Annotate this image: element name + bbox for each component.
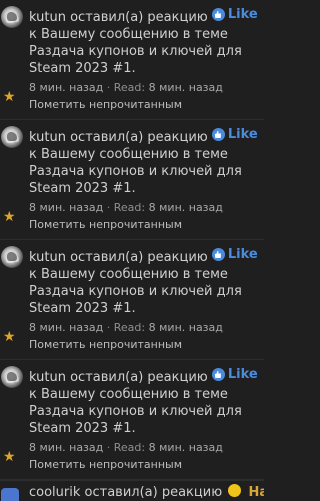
reaction-label: Like	[211, 246, 258, 263]
separator: ·	[106, 441, 111, 454]
like-icon	[211, 128, 225, 141]
read-time: 8 мин. назад	[148, 441, 223, 454]
like-icon	[211, 248, 225, 261]
reaction-label: Like	[211, 6, 258, 23]
read-time: 8 мин. назад	[148, 321, 223, 334]
notification-text: kutun оставил(а) реакцию Like к Вашему с…	[29, 6, 259, 77]
like-icon	[211, 8, 225, 21]
user-link[interactable]: kutun	[29, 10, 66, 25]
meta-line: 8 мин. назад · Read: 8 мин. назад	[29, 201, 223, 215]
user-link[interactable]: kutun	[29, 250, 66, 265]
reaction-label: Like	[211, 126, 258, 143]
mark-unread-link[interactable]: Пометить непрочитанным	[29, 458, 182, 472]
separator: ·	[106, 81, 111, 94]
time-text: 8 мин. назад	[29, 81, 104, 94]
mark-unread-link[interactable]: Пометить непрочитанным	[29, 338, 182, 352]
avatar[interactable]	[1, 246, 23, 268]
action-text: оставил(а) реакцию	[70, 130, 208, 145]
mark-unread-link[interactable]: Пометить непрочитанным	[29, 98, 182, 112]
message-link[interactable]: к Вашему сообщению в теме Раздача купоно…	[29, 387, 242, 436]
mark-unread-link[interactable]: Пометить непрочитанным	[29, 218, 182, 232]
reaction-name: Like	[227, 7, 258, 22]
reaction-name: Haha	[248, 485, 264, 500]
read-label: Read:	[113, 81, 146, 94]
star-icon: ★	[3, 449, 16, 465]
action-text: оставил(а) реакцию	[84, 485, 223, 500]
read-label: Read:	[113, 321, 146, 334]
notification-text: kutun оставил(а) реакцию Like к Вашему с…	[29, 126, 259, 197]
action-text: оставил(а) реакцию	[70, 250, 208, 265]
haha-icon	[228, 484, 242, 497]
user-link[interactable]: kutun	[29, 370, 66, 385]
time-text: 8 мин. назад	[29, 441, 104, 454]
star-icon: ★	[3, 209, 16, 225]
notification-list: kutun оставил(а) реакцию Like к Вашему с…	[0, 0, 264, 501]
notification-text: kutun оставил(а) реакцию Like к Вашему с…	[29, 246, 259, 317]
reaction-name: Like	[227, 247, 258, 262]
read-time: 8 мин. назад	[148, 201, 223, 214]
star-icon: ★	[3, 89, 16, 105]
action-text: оставил(а) реакцию	[70, 10, 208, 25]
reaction-name: Like	[227, 127, 258, 142]
notification-text: coolurik оставил(а) реакцию Haha	[29, 484, 264, 501]
reaction-name: Like	[227, 367, 258, 382]
separator: ·	[106, 201, 111, 214]
action-text: оставил(а) реакцию	[70, 370, 208, 385]
notification-item[interactable]: kutun оставил(а) реакцию Like к Вашему с…	[0, 240, 264, 360]
time-text: 8 мин. назад	[29, 321, 104, 334]
user-link[interactable]: coolurik	[29, 485, 80, 500]
notification-item[interactable]: kutun оставил(а) реакцию Like к Вашему с…	[0, 120, 264, 240]
separator: ·	[106, 321, 111, 334]
like-icon	[211, 368, 225, 381]
avatar[interactable]	[1, 488, 19, 501]
notification-item[interactable]: kutun оставил(а) реакцию Like к Вашему с…	[0, 360, 264, 480]
read-label: Read:	[113, 201, 146, 214]
meta-line: 8 мин. назад · Read: 8 мин. назад	[29, 81, 223, 95]
meta-line: 8 мин. назад · Read: 8 мин. назад	[29, 441, 223, 455]
reaction-label: Like	[211, 366, 258, 383]
meta-line: 8 мин. назад · Read: 8 мин. назад	[29, 321, 223, 335]
star-icon: ★	[3, 329, 16, 345]
read-time: 8 мин. назад	[148, 81, 223, 94]
avatar[interactable]	[1, 126, 23, 148]
time-text: 8 мин. назад	[29, 201, 104, 214]
user-link[interactable]: kutun	[29, 130, 66, 145]
read-label: Read:	[113, 441, 146, 454]
message-link[interactable]: к Вашему сообщению в теме Раздача купоно…	[29, 267, 242, 316]
message-link[interactable]: к Вашему сообщению в теме Раздача купоно…	[29, 27, 242, 76]
notification-item[interactable]: kutun оставил(а) реакцию Like к Вашему с…	[0, 0, 264, 120]
avatar[interactable]	[1, 6, 23, 28]
avatar[interactable]	[1, 366, 23, 388]
message-link[interactable]: к Вашему сообщению в теме Раздача купоно…	[29, 147, 242, 196]
notification-text: kutun оставил(а) реакцию Like к Вашему с…	[29, 366, 259, 437]
notification-item-partial[interactable]: coolurik оставил(а) реакцию Haha	[0, 480, 264, 501]
